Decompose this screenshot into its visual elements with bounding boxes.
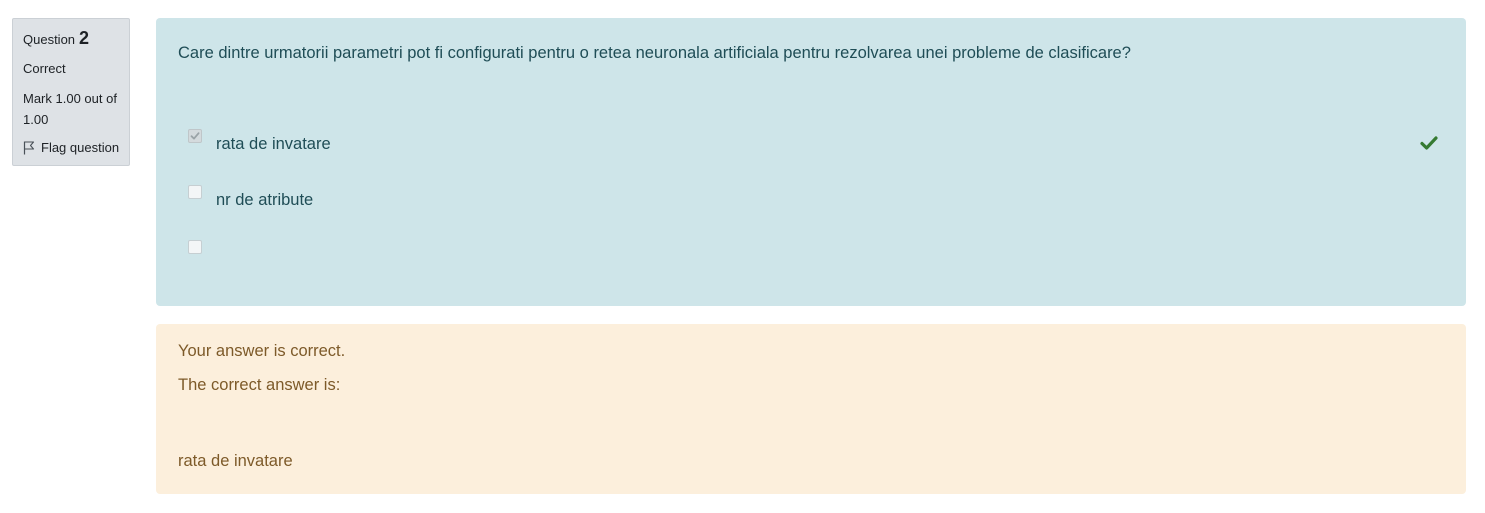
- right-answer-text: rata de invatare: [178, 452, 293, 470]
- question-state: Correct: [23, 61, 66, 76]
- question-number-line: Question 2: [23, 29, 129, 53]
- question-label: Question: [23, 32, 76, 47]
- question-grade: Mark 1.00 out of 1.00: [23, 91, 117, 127]
- question-number: 2: [79, 28, 90, 48]
- right-answer-intro: The correct answer is:: [178, 376, 341, 394]
- flag-question-link[interactable]: Flag question: [23, 138, 129, 157]
- check-icon: [1420, 136, 1438, 150]
- answer-checkbox-3[interactable]: [188, 240, 202, 254]
- answer-checkbox-2[interactable]: [188, 185, 202, 199]
- question-formulation: Care dintre urmatorii parametri pot fi c…: [156, 18, 1466, 306]
- answer-option-3: [188, 240, 1438, 268]
- checkbox-check-icon: [190, 132, 200, 140]
- answer-option-label: nr de atribute: [216, 191, 314, 209]
- feedback-message: Your answer is correct.: [178, 342, 346, 360]
- quiz-page: Question 2 Correct Mark 1.00 out of 1.00…: [0, 0, 1485, 513]
- flag-outline-icon: [23, 140, 35, 155]
- feedback-panel: Your answer is correct. The correct answ…: [156, 324, 1466, 494]
- question-info-panel: Question 2 Correct Mark 1.00 out of 1.00…: [12, 18, 130, 166]
- answer-option-1: rata de invatare: [188, 129, 1438, 157]
- answer-option-label: rata de invatare: [216, 135, 331, 153]
- answer-checkbox-1[interactable]: [188, 129, 202, 143]
- flag-question-label: Flag question: [41, 140, 120, 155]
- answer-option-2: nr de atribute: [188, 185, 1438, 213]
- question-text: Care dintre urmatorii parametri pot fi c…: [178, 44, 1131, 62]
